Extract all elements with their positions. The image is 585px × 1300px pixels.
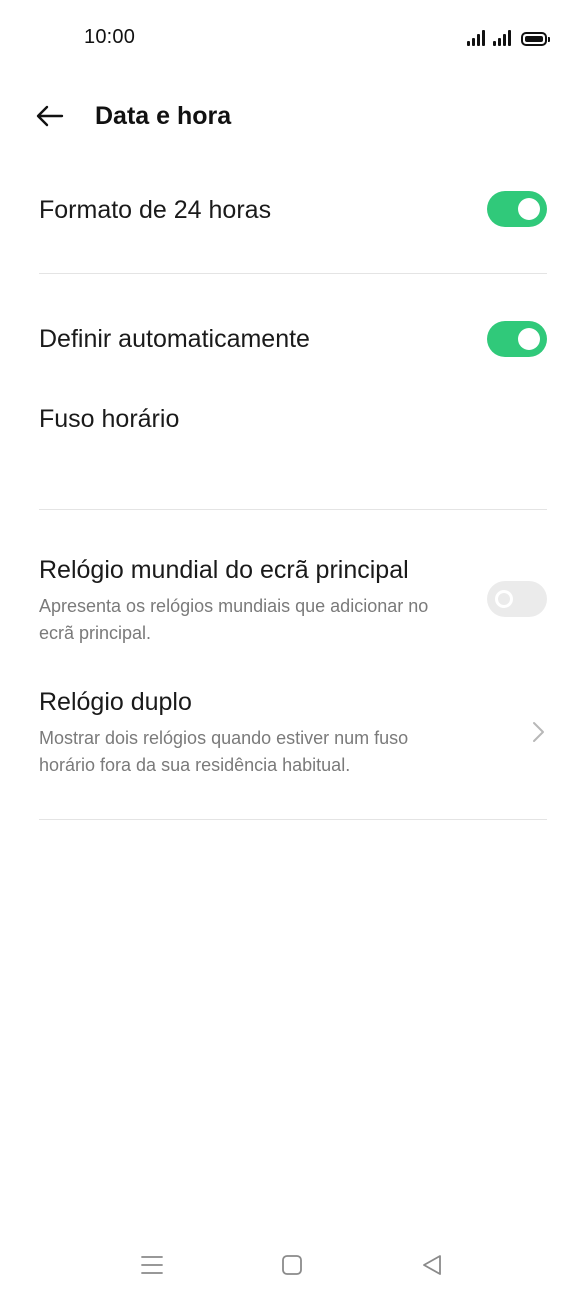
battery-icon <box>521 32 550 46</box>
navigation-bar <box>0 1230 585 1300</box>
status-bar: 10:00 <box>0 0 585 76</box>
format-24h-toggle[interactable] <box>487 191 547 227</box>
arrow-left-icon <box>36 105 64 127</box>
divider <box>39 509 547 510</box>
home-button[interactable] <box>275 1248 309 1282</box>
status-icons <box>467 28 550 46</box>
toggle-knob <box>518 198 540 220</box>
signal-icon <box>467 30 485 46</box>
page-title: Data e hora <box>95 102 232 130</box>
status-time: 10:00 <box>84 26 136 48</box>
setting-auto-set-label: Definir automaticamente <box>39 325 310 353</box>
back-button[interactable] <box>32 98 68 134</box>
divider <box>39 273 547 274</box>
setting-dual-clock-description: Mostrar dois relógios quando estiver num… <box>39 728 409 775</box>
home-square-icon <box>282 1255 302 1275</box>
signal-icon <box>493 30 511 46</box>
setting-world-clock-description: Apresenta os relógios mundiais que adici… <box>39 596 429 643</box>
setting-format-24h-label: Formato de 24 horas <box>39 196 272 224</box>
toggle-knob <box>518 328 540 350</box>
setting-dual-clock-label: Relógio duplo <box>39 688 192 716</box>
world-clock-toggle[interactable] <box>487 581 547 617</box>
header: Data e hora <box>0 86 585 146</box>
back-nav-button[interactable] <box>415 1248 449 1282</box>
menu-icon <box>141 1256 163 1274</box>
chevron-right-icon <box>533 722 544 742</box>
toggle-knob <box>495 590 513 608</box>
divider <box>39 819 547 820</box>
setting-timezone-label: Fuso horário <box>39 405 180 433</box>
triangle-back-icon <box>423 1255 441 1275</box>
recent-apps-button[interactable] <box>135 1248 169 1282</box>
setting-world-clock-label: Relógio mundial do ecrã principal <box>39 556 409 584</box>
auto-set-toggle[interactable] <box>487 321 547 357</box>
